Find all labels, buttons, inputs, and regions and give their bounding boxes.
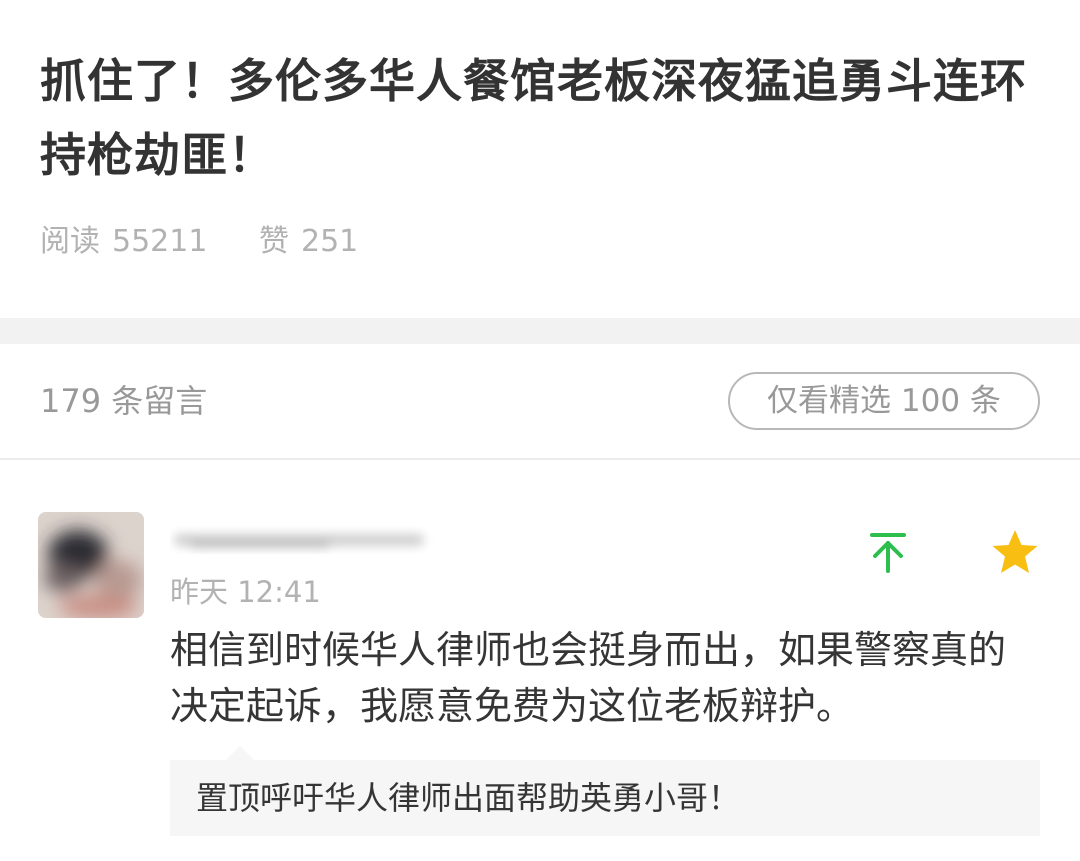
read-stat: 阅读 55211 <box>40 222 207 262</box>
comment-count: 179 条留言 <box>40 382 208 420</box>
reply-notch <box>226 746 254 760</box>
comment-time: 昨天 12:41 <box>170 575 321 609</box>
author-reply: 置顶呼吁华人律师出面帮助英勇小哥！ <box>170 746 1040 836</box>
comments-header: 179 条留言 仅看精选 100 条 <box>0 344 1080 460</box>
article-stats: 阅读 55211 赞 251 <box>40 222 358 262</box>
comment-item: 昨天 12:41 相信到时候华人律师也会挺身而出，如果警察真的决定起诉，我愿意免… <box>0 460 1080 861</box>
reply-text: 置顶呼吁华人律师出面帮助英勇小哥！ <box>196 779 741 817</box>
like-count: 251 <box>300 224 359 259</box>
section-divider <box>0 318 1080 344</box>
article-header: 抓住了！多伦多华人餐馆老板深夜猛追勇斗连环持枪劫匪！ 阅读 55211 赞 251 <box>0 0 1080 318</box>
arrow-to-top-icon[interactable] <box>866 530 910 574</box>
read-count: 55211 <box>112 224 208 259</box>
article-title: 抓住了！多伦多华人餐馆老板深夜猛追勇斗连环持枪劫匪！ <box>40 54 1027 182</box>
like-label[interactable]: 赞 <box>259 224 289 259</box>
featured-filter-button[interactable]: 仅看精选 100 条 <box>728 372 1040 430</box>
blurred-nickname <box>170 526 440 554</box>
star-icon[interactable] <box>990 528 1040 576</box>
comment-text: 相信到时候华人律师也会挺身而出，如果警察真的决定起诉，我愿意免费为这位老板辩护。 <box>170 628 1007 728</box>
like-stat[interactable]: 赞 251 <box>259 222 358 262</box>
read-label: 阅读 <box>40 224 100 259</box>
avatar[interactable] <box>38 512 144 618</box>
